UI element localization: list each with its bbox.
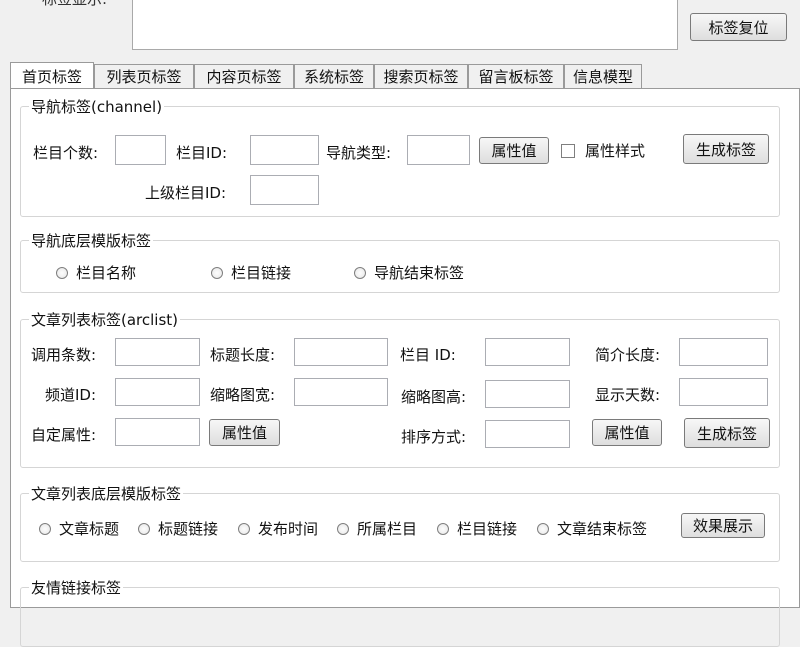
friendlink-group: 友情链接标签 bbox=[20, 577, 780, 647]
radio-circle[interactable] bbox=[138, 522, 150, 535]
radio-title-link[interactable]: 标题链接 bbox=[138, 518, 218, 539]
sort-order-input[interactable] bbox=[485, 420, 570, 448]
radio-label: 标题链接 bbox=[158, 520, 219, 538]
radio-circle[interactable] bbox=[39, 522, 51, 535]
nav-attr-value-button[interactable]: 属性值 bbox=[479, 137, 549, 164]
friendlink-title: 友情链接标签 bbox=[29, 577, 124, 598]
tab-home[interactable]: 首页标签 bbox=[10, 62, 94, 89]
thumb-width-input[interactable] bbox=[294, 378, 388, 406]
call-count-label: 调用条数: bbox=[31, 346, 97, 364]
title-length-input[interactable] bbox=[294, 338, 388, 366]
thumb-height-input[interactable] bbox=[485, 380, 570, 408]
tag-display-textarea[interactable] bbox=[132, 0, 678, 50]
arclist-attr-value-button[interactable]: 属性值 bbox=[209, 419, 280, 446]
radio-label: 栏目链接 bbox=[457, 520, 518, 538]
attr-style-checkbox-wrap[interactable]: 属性样式 bbox=[561, 140, 645, 161]
radio-column-link[interactable]: 栏目链接 bbox=[211, 262, 291, 283]
radio-label: 导航结束标签 bbox=[374, 264, 465, 282]
radio-circle[interactable] bbox=[437, 522, 449, 535]
column-count-input[interactable] bbox=[115, 135, 166, 165]
parent-column-id-label: 上级栏目ID: bbox=[145, 184, 227, 202]
arclist-title: 文章列表标签(arclist) bbox=[29, 309, 181, 330]
radio-circle[interactable] bbox=[537, 522, 549, 535]
tab-panel-home: 导航标签(channel) 栏目个数: 栏目ID: 导航类型: 属性值 属性样式… bbox=[10, 88, 800, 647]
tab-list[interactable]: 列表页标签 bbox=[94, 64, 194, 88]
display-days-label: 显示天数: bbox=[595, 386, 661, 404]
radio-circle[interactable] bbox=[56, 266, 68, 279]
sort-attr-value-button[interactable]: 属性值 bbox=[592, 419, 662, 446]
radio-article-end[interactable]: 文章结束标签 bbox=[537, 518, 647, 539]
summary-length-label: 简介长度: bbox=[595, 346, 661, 364]
parent-column-id-input[interactable] bbox=[250, 175, 319, 205]
radio-label: 文章标题 bbox=[59, 520, 120, 538]
arclist-generate-button[interactable]: 生成标签 bbox=[684, 418, 770, 448]
radio-column-link-2[interactable]: 栏目链接 bbox=[437, 518, 517, 539]
radio-circle[interactable] bbox=[211, 266, 223, 279]
thumb-width-label: 缩略图宽: bbox=[210, 386, 276, 404]
arclist-template-group: 文章列表底层模版标签 文章标题 标题链接 发布时间 所属栏目 栏目链接 文章结束… bbox=[20, 483, 780, 562]
radio-label: 发布时间 bbox=[258, 520, 319, 538]
arclist-template-title: 文章列表底层模版标签 bbox=[29, 483, 184, 504]
column-count-label: 栏目个数: bbox=[33, 144, 99, 162]
nav-template-title: 导航底层模版标签 bbox=[29, 230, 154, 251]
nav-type-input[interactable] bbox=[407, 135, 470, 165]
radio-column-name[interactable]: 栏目名称 bbox=[56, 262, 136, 283]
attr-style-checkbox[interactable] bbox=[561, 143, 575, 158]
attr-style-label: 属性样式 bbox=[585, 142, 646, 160]
nav-template-group: 导航底层模版标签 栏目名称 栏目链接 导航结束标签 bbox=[20, 230, 780, 293]
column-id-input[interactable] bbox=[250, 135, 319, 165]
tab-content[interactable]: 内容页标签 bbox=[194, 64, 294, 88]
tab-system[interactable]: 系统标签 bbox=[294, 64, 374, 88]
radio-article-title[interactable]: 文章标题 bbox=[39, 518, 119, 539]
summary-length-input[interactable] bbox=[679, 338, 768, 366]
title-length-label: 标题长度: bbox=[210, 346, 276, 364]
radio-label: 所属栏目 bbox=[357, 520, 418, 538]
radio-circle[interactable] bbox=[337, 522, 349, 535]
nav-tag-title: 导航标签(channel) bbox=[29, 96, 165, 117]
thumb-height-label: 缩略图高: bbox=[401, 388, 467, 406]
tab-info-model[interactable]: 信息模型 bbox=[564, 64, 642, 88]
reset-tag-button[interactable]: 标签复位 bbox=[690, 13, 787, 41]
nav-type-label: 导航类型: bbox=[326, 144, 392, 162]
radio-publish-time[interactable]: 发布时间 bbox=[238, 518, 318, 539]
radio-circle[interactable] bbox=[238, 522, 250, 535]
display-days-input[interactable] bbox=[679, 378, 768, 406]
nav-generate-button[interactable]: 生成标签 bbox=[683, 134, 769, 164]
radio-label: 栏目名称 bbox=[76, 264, 137, 282]
tab-guestbook[interactable]: 留言板标签 bbox=[468, 64, 564, 88]
arclist-column-id-label: 栏目 ID: bbox=[400, 346, 456, 364]
custom-attr-label: 自定属性: bbox=[31, 426, 97, 444]
channel-id-input[interactable] bbox=[115, 378, 200, 406]
radio-nav-end[interactable]: 导航结束标签 bbox=[354, 262, 464, 283]
nav-tag-group: 导航标签(channel) 栏目个数: 栏目ID: 导航类型: 属性值 属性样式… bbox=[20, 96, 780, 217]
column-id-label: 栏目ID: bbox=[176, 144, 228, 162]
call-count-input[interactable] bbox=[115, 338, 200, 366]
tag-display-label: 标签显示: bbox=[42, 0, 107, 9]
arclist-group: 文章列表标签(arclist) 调用条数: 标题长度: 栏目 ID: 简介长度:… bbox=[20, 309, 780, 468]
radio-label: 栏目链接 bbox=[231, 264, 292, 282]
custom-attr-input[interactable] bbox=[115, 418, 200, 446]
sort-order-label: 排序方式: bbox=[401, 428, 467, 446]
arclist-column-id-input[interactable] bbox=[485, 338, 570, 366]
tab-search[interactable]: 搜索页标签 bbox=[374, 64, 468, 88]
preview-effect-button[interactable]: 效果展示 bbox=[681, 513, 765, 538]
radio-parent-column[interactable]: 所属栏目 bbox=[337, 518, 417, 539]
radio-circle[interactable] bbox=[354, 266, 366, 279]
radio-label: 文章结束标签 bbox=[557, 520, 648, 538]
channel-id-label: 频道ID: bbox=[45, 386, 97, 404]
